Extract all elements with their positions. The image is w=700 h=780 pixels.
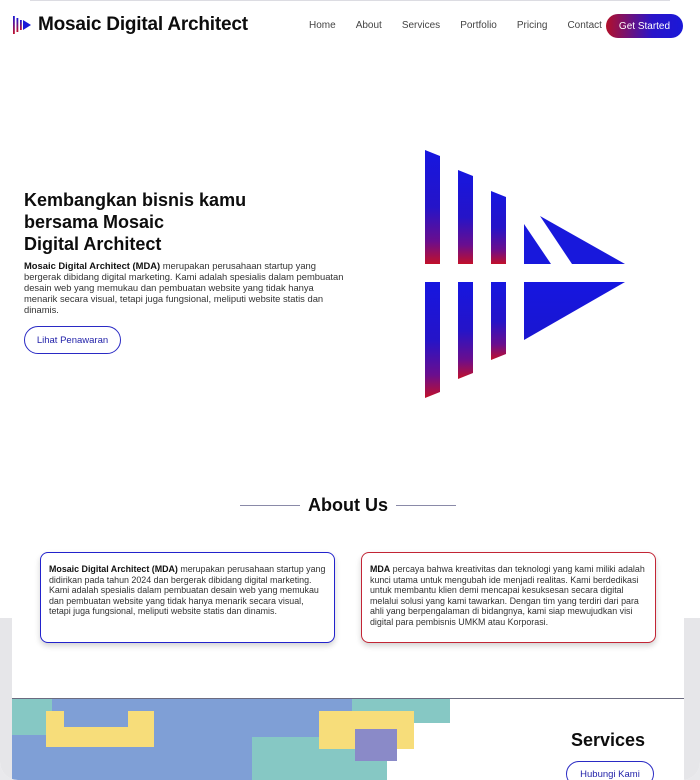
services-section: Services Hubungi Kami [12,698,684,780]
hero-description-bold: Mosaic Digital Architect (MDA) [24,260,161,271]
mda-logo-icon [13,16,31,34]
about-card-left-bold: Mosaic Digital Architect (MDA) [49,564,178,574]
about-card-right-bold: MDA [370,564,391,574]
about-card-right: MDA percaya bahwa kreativitas dan teknol… [361,552,656,643]
hero-title: Kembangkan bisnis kamu bersama Mosaic Di… [24,189,284,255]
about-heading-line-right [396,504,456,506]
services-title: Services [571,730,646,750]
mda-logo-large-icon [425,150,625,398]
about-heading-line-left [240,504,300,506]
brand-name: Mosaic Digital Architect [38,14,248,35]
nav-link-about[interactable]: About [356,20,382,31]
services-mosaic-art [12,699,450,780]
hero-title-line-1: Kembangkan bisnis kamu [24,190,247,210]
hero-title-line-2: bersama Mosaic [24,212,165,232]
nav-menu: Home About Services Portfolio Pricing Co… [309,20,622,31]
frame-right [684,618,700,780]
hubungi-kami-button[interactable]: Hubungi Kami [566,761,654,780]
nav-link-pricing[interactable]: Pricing [517,20,548,31]
page: Mosaic Digital Architect Home About Serv… [0,0,700,780]
brand[interactable]: Mosaic Digital Architect [12,14,248,36]
nav-link-home[interactable]: Home [309,20,336,31]
about-title: About Us [308,494,388,515]
nav-link-services[interactable]: Services [402,20,440,31]
get-started-button[interactable]: Get Started [606,14,683,38]
frame-left [0,618,12,780]
hero-description: Mosaic Digital Architect (MDA) merupakan… [24,260,344,315]
nav-link-portfolio[interactable]: Portfolio [460,20,497,31]
lihat-penawaran-button[interactable]: Lihat Penawaran [24,326,121,354]
about-card-left: Mosaic Digital Architect (MDA) merupakan… [40,552,335,643]
about-heading: About Us [240,494,456,516]
nav-link-contact[interactable]: Contact [567,20,601,31]
navbar: Mosaic Digital Architect Home About Serv… [0,0,700,52]
hero-title-line-3: Digital Architect [24,234,162,254]
about-card-right-text: percaya bahwa kreativitas dan teknologi … [370,564,645,627]
